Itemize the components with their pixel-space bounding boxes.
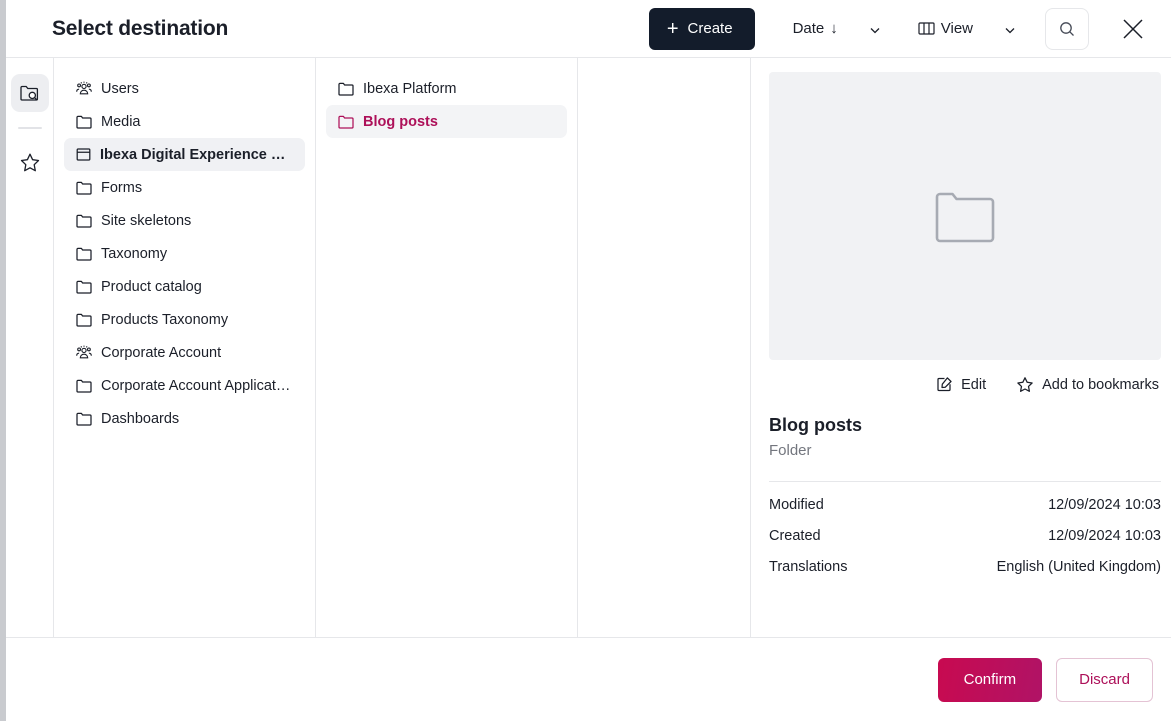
columns-view-icon	[918, 21, 935, 36]
browser-columns: Users Media Ibexa Digital Experience Platf…	[54, 58, 1171, 637]
users-icon	[76, 81, 92, 96]
page-title: Select destination	[52, 17, 228, 41]
preview-panel: Edit Add to bookmarks Blog posts Folder	[751, 58, 1171, 637]
edit-label: Edit	[961, 377, 986, 393]
tree-item-label: Users	[101, 81, 139, 97]
metadata-label: Translations	[769, 559, 847, 575]
folder-icon	[76, 379, 92, 393]
chevron-down-icon[interactable]	[1003, 23, 1015, 35]
search-icon	[1058, 20, 1076, 38]
folder-icon	[76, 181, 92, 195]
preview-actions: Edit Add to bookmarks	[769, 360, 1161, 393]
folder-icon	[76, 247, 92, 261]
tree-item[interactable]: Products Taxonomy	[64, 303, 305, 336]
search-button[interactable]	[1045, 8, 1089, 50]
tree-item[interactable]: Ibexa Platform	[326, 72, 567, 105]
edit-button[interactable]: Edit	[936, 376, 986, 393]
sidebar-divider	[18, 127, 42, 129]
tree-item[interactable]: Forms	[64, 171, 305, 204]
metadata-row: Created 12/09/2024 10:03	[769, 513, 1161, 544]
tree-item-label: Site skeletons	[101, 213, 191, 229]
dialog-body: Users Media Ibexa Digital Experience Platf…	[6, 58, 1171, 637]
tree-item-label: Corporate Account Applications	[101, 378, 293, 394]
sidebar-rail	[6, 58, 54, 637]
tree-column-2: Ibexa Platform Blog posts	[316, 58, 578, 637]
view-control-label: View	[918, 20, 973, 37]
tree-item-label: Media	[101, 114, 141, 130]
preview-subtitle: Folder	[769, 442, 1161, 459]
tree-item[interactable]: Taxonomy	[64, 237, 305, 270]
folder-icon	[76, 313, 92, 327]
tree-item-label: Ibexa Platform	[363, 81, 457, 97]
create-button[interactable]: + Create	[649, 8, 755, 50]
sort-control[interactable]: Date ↓	[793, 20, 880, 37]
metadata-value: 12/09/2024 10:03	[1048, 497, 1161, 513]
metadata-value: 12/09/2024 10:03	[1048, 528, 1161, 544]
view-label: View	[941, 20, 973, 37]
metadata-value: English (United Kingdom)	[997, 559, 1161, 575]
tree-item[interactable]: Site skeletons	[64, 204, 305, 237]
edit-pencil-icon	[936, 376, 953, 393]
tree-item[interactable]: Blog posts	[326, 105, 567, 138]
preview-metadata-list: Modified 12/09/2024 10:03 Created 12/09/202…	[769, 482, 1161, 575]
tree-item-label: Corporate Account	[101, 345, 221, 361]
tree-item[interactable]: Product catalog	[64, 270, 305, 303]
create-button-label: Create	[688, 20, 733, 37]
add-to-bookmarks-button[interactable]: Add to bookmarks	[1016, 376, 1159, 393]
users-icon	[76, 345, 92, 360]
sidebar-item-bookmarks[interactable]	[11, 143, 49, 181]
sidebar-item-browse[interactable]	[11, 74, 49, 112]
tree-item[interactable]: Users	[64, 72, 305, 105]
sort-control-label: Date ↓	[793, 20, 838, 37]
dialog-footer: Confirm Discard	[6, 637, 1171, 721]
tree-column-3	[578, 58, 751, 637]
star-icon	[1016, 376, 1034, 393]
dialog-header: Select destination + Create Date ↓	[6, 0, 1171, 58]
metadata-label: Created	[769, 528, 821, 544]
folder-icon	[76, 280, 92, 294]
tree-item[interactable]: Corporate Account Applications	[64, 369, 305, 402]
folder-icon	[76, 214, 92, 228]
folder-icon	[338, 115, 354, 129]
close-button[interactable]	[1115, 11, 1151, 47]
tree-item[interactable]: Corporate Account	[64, 336, 305, 369]
metadata-row: Translations English (United Kingdom)	[769, 544, 1161, 575]
tree-item-label: Taxonomy	[101, 246, 167, 262]
tree-item-label: Forms	[101, 180, 142, 196]
preview-thumbnail	[769, 72, 1161, 360]
folder-icon	[338, 82, 354, 96]
chevron-down-icon[interactable]	[868, 23, 880, 35]
metadata-label: Modified	[769, 497, 824, 513]
tree-item-label: Product catalog	[101, 279, 202, 295]
close-icon	[1120, 16, 1146, 42]
tree-item-label: Blog posts	[363, 114, 438, 130]
folder-icon	[76, 115, 92, 129]
tree-item-label: Products Taxonomy	[101, 312, 228, 328]
sort-direction-icon: ↓	[830, 20, 838, 37]
tree-item[interactable]: Dashboards	[64, 402, 305, 435]
metadata-row: Modified 12/09/2024 10:03	[769, 482, 1161, 513]
sort-field-label: Date	[793, 20, 825, 37]
tree-item[interactable]: Media	[64, 105, 305, 138]
tree-item-label: Dashboards	[101, 411, 179, 427]
star-icon	[19, 152, 41, 173]
discard-button[interactable]: Discard	[1056, 658, 1153, 702]
tree-item[interactable]: Ibexa Digital Experience Platf...	[64, 138, 305, 171]
plus-icon: +	[667, 19, 679, 39]
page-icon	[76, 147, 91, 162]
select-destination-dialog: Select destination + Create Date ↓	[6, 0, 1171, 721]
folder-placeholder-icon	[934, 188, 996, 244]
tree-item-label: Ibexa Digital Experience Platf...	[100, 147, 293, 163]
folder-search-icon	[19, 83, 40, 103]
confirm-button[interactable]: Confirm	[938, 658, 1043, 702]
add-to-bookmarks-label: Add to bookmarks	[1042, 377, 1159, 393]
folder-icon	[76, 412, 92, 426]
tree-column-1: Users Media Ibexa Digital Experience Platf…	[54, 58, 316, 637]
preview-title: Blog posts	[769, 415, 1161, 436]
view-control[interactable]: View	[918, 20, 1015, 37]
